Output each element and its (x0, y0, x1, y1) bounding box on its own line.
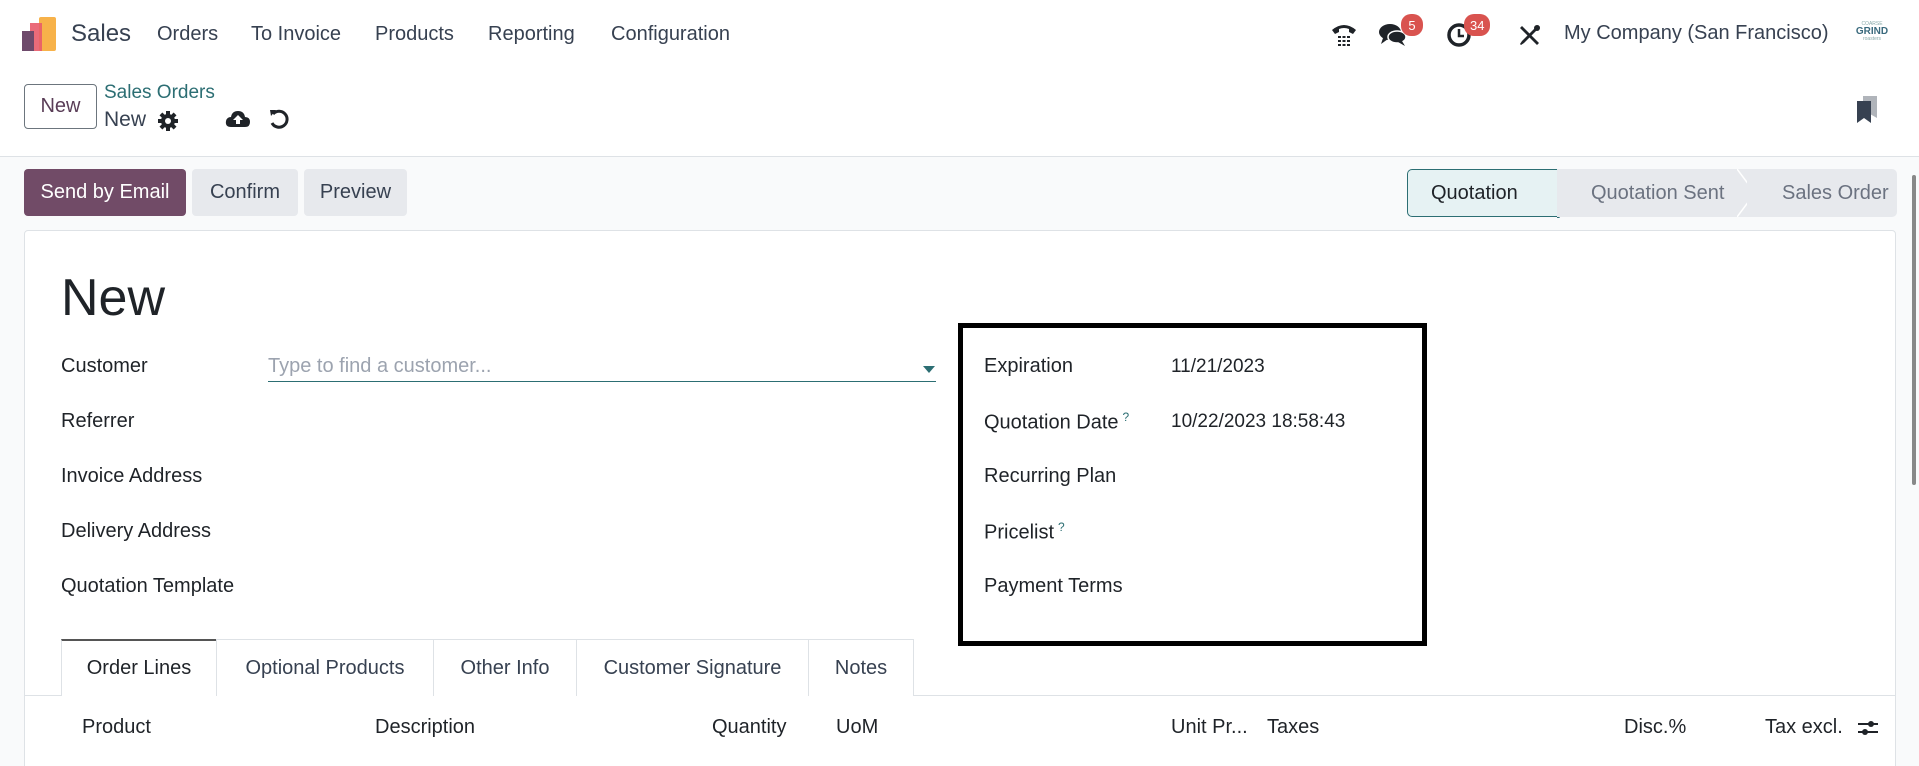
status-quotation-sent-label: Quotation Sent (1591, 181, 1725, 204)
save-cloud-icon[interactable] (225, 108, 251, 130)
phone-icon[interactable] (1329, 20, 1359, 50)
confirm-button[interactable]: Confirm (192, 169, 298, 216)
customer-label: Customer (61, 355, 148, 377)
debug-tools-icon[interactable] (1515, 20, 1545, 50)
customer-input[interactable] (268, 352, 936, 382)
menu-to-invoice[interactable]: To Invoice (251, 23, 341, 46)
column-product[interactable]: Product (82, 716, 151, 739)
top-navbar: Sales Orders To Invoice Products Reporti… (0, 0, 1919, 70)
record-title: New (61, 269, 166, 327)
tab-optional-products[interactable]: Optional Products (216, 639, 434, 696)
status-quotation-label: Quotation (1431, 181, 1518, 204)
status-quotation-sent[interactable]: Quotation Sent (1557, 169, 1756, 217)
status-quotation[interactable]: Quotation (1407, 169, 1576, 218)
pricelist-label: Pricelist? (984, 520, 1065, 545)
breadcrumb-current: New (104, 108, 147, 131)
pricelist-label-text: Pricelist (984, 521, 1055, 544)
column-uom[interactable]: UoM (836, 716, 878, 739)
menu-configuration[interactable]: Configuration (611, 23, 730, 46)
invoice-address-label: Invoice Address (61, 465, 203, 487)
send-by-email-button[interactable]: Send by Email (24, 169, 186, 216)
menu-orders[interactable]: Orders (157, 23, 218, 46)
tab-order-lines[interactable]: Order Lines (61, 639, 217, 696)
preview-button[interactable]: Preview (304, 169, 407, 216)
column-discount[interactable]: Disc.% (1624, 716, 1686, 739)
recurring-plan-label: Recurring Plan (984, 465, 1117, 487)
column-description[interactable]: Description (375, 716, 475, 739)
column-taxes[interactable]: Taxes (1267, 716, 1319, 739)
expiration-value[interactable]: 11/21/2023 (1171, 356, 1265, 378)
expiration-label: Expiration (984, 355, 1073, 377)
chat-badge: 5 (1401, 14, 1423, 36)
new-record-button[interactable]: New (24, 84, 97, 129)
status-bar: Quotation Quotation Sent Sales Order (1407, 169, 1897, 218)
menu-reporting[interactable]: Reporting (488, 23, 575, 46)
company-switcher[interactable]: My Company (San Francisco) (1564, 22, 1829, 45)
quotation-date-label-text: Quotation Date (984, 411, 1119, 434)
sales-app-logo-icon[interactable] (22, 17, 58, 51)
column-unit-price[interactable]: Unit Pr... (1171, 716, 1248, 739)
payment-terms-label: Payment Terms (984, 575, 1123, 597)
tab-notes[interactable]: Notes (808, 639, 914, 696)
user-avatar[interactable]: COARSE GRIND roasters (1853, 22, 1891, 46)
page-scrollbar[interactable] (1912, 175, 1916, 485)
bookmark-icon[interactable] (1855, 94, 1879, 124)
activity-badge: 34 (1464, 14, 1491, 36)
avatar-bottom-text: roasters (1862, 36, 1882, 42)
optional-columns-toggle-icon[interactable] (1856, 716, 1880, 740)
delivery-address-label: Delivery Address (61, 520, 212, 542)
tab-customer-signature[interactable]: Customer Signature (576, 639, 809, 696)
discard-undo-icon[interactable] (268, 108, 290, 130)
quotation-template-label: Quotation Template (61, 575, 235, 597)
quotation-date-label: Quotation Date? (984, 410, 1129, 435)
chevron-down-icon[interactable] (923, 366, 935, 373)
menu-products[interactable]: Products (375, 23, 454, 46)
status-sales-order-label: Sales Order (1782, 181, 1889, 204)
breadcrumb-sales-orders[interactable]: Sales Orders (104, 82, 215, 104)
column-quantity[interactable]: Quantity (712, 716, 786, 739)
help-tooltip-icon[interactable]: ? (1058, 520, 1065, 534)
gear-icon[interactable] (157, 110, 179, 132)
column-tax-excluded[interactable]: Tax excl. (1765, 716, 1843, 739)
referrer-label: Referrer (61, 410, 135, 432)
app-name[interactable]: Sales (71, 20, 131, 48)
help-tooltip-icon[interactable]: ? (1123, 410, 1130, 424)
tab-other-info[interactable]: Other Info (433, 639, 577, 696)
quotation-date-value[interactable]: 10/22/2023 18:58:43 (1171, 411, 1345, 433)
status-sales-order[interactable]: Sales Order (1747, 169, 1897, 217)
